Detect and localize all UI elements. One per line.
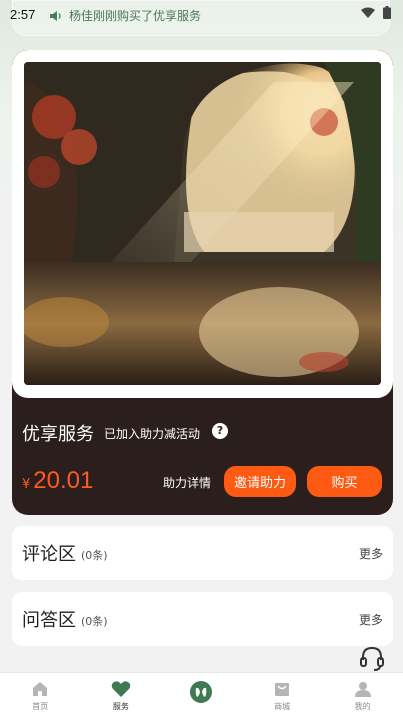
product-title: 优享服务	[22, 424, 94, 445]
status-icons	[361, 6, 391, 19]
comments-more-link[interactable]: 更多	[359, 545, 383, 562]
battery-icon	[383, 6, 391, 19]
product-subtitle: 已加入助力减活动	[104, 427, 201, 441]
qa-section[interactable]: 问答区 (0条) 更多	[12, 592, 393, 646]
tab-profile[interactable]: 我的	[322, 673, 403, 718]
center-logo-icon	[190, 681, 213, 703]
help-icon[interactable]: ?	[212, 423, 228, 439]
wifi-icon	[361, 7, 375, 18]
tab-service[interactable]: 服务	[81, 673, 162, 718]
section-count: (0条)	[81, 548, 108, 562]
tab-label: 首页	[32, 702, 49, 711]
profile-icon	[354, 682, 371, 697]
section-count: (0条)	[81, 614, 108, 628]
price: ¥ 20.01	[22, 467, 93, 495]
price-currency-symbol: ¥	[22, 477, 31, 492]
tab-label: 服务	[112, 702, 129, 711]
tab-label: 商城	[274, 702, 291, 711]
cave-waterfall-image	[24, 62, 381, 385]
tab-label: 我的	[354, 702, 371, 711]
status-time: 2:57	[10, 6, 36, 22]
section-title: 评论区	[22, 544, 76, 565]
product-image	[24, 62, 381, 385]
qa-more-link[interactable]: 更多	[359, 611, 383, 628]
heart-icon	[111, 681, 131, 697]
assist-detail-link[interactable]: 助力详情	[163, 474, 211, 491]
tab-center[interactable]	[161, 673, 242, 718]
home-icon	[33, 682, 48, 696]
bottom-tab-bar: 首页 服务 商城 我的	[0, 672, 403, 718]
status-bar: 2:57	[0, 0, 403, 28]
product-image-frame	[12, 50, 393, 398]
invite-assist-button[interactable]: 邀请助力	[224, 466, 296, 497]
tab-home[interactable]: 首页	[0, 673, 81, 718]
comments-section[interactable]: 评论区 (0条) 更多	[12, 526, 393, 580]
customer-support-icon[interactable]	[358, 645, 386, 673]
product-card: 优享服务 已加入助力减活动 ? ¥ 20.01 助力详情 邀请助力 购买	[12, 50, 393, 515]
section-title: 问答区	[22, 610, 76, 631]
shop-icon	[275, 683, 290, 696]
price-value: 20.01	[33, 467, 94, 494]
buy-button[interactable]: 购买	[307, 466, 382, 497]
tab-shop[interactable]: 商城	[242, 673, 323, 718]
